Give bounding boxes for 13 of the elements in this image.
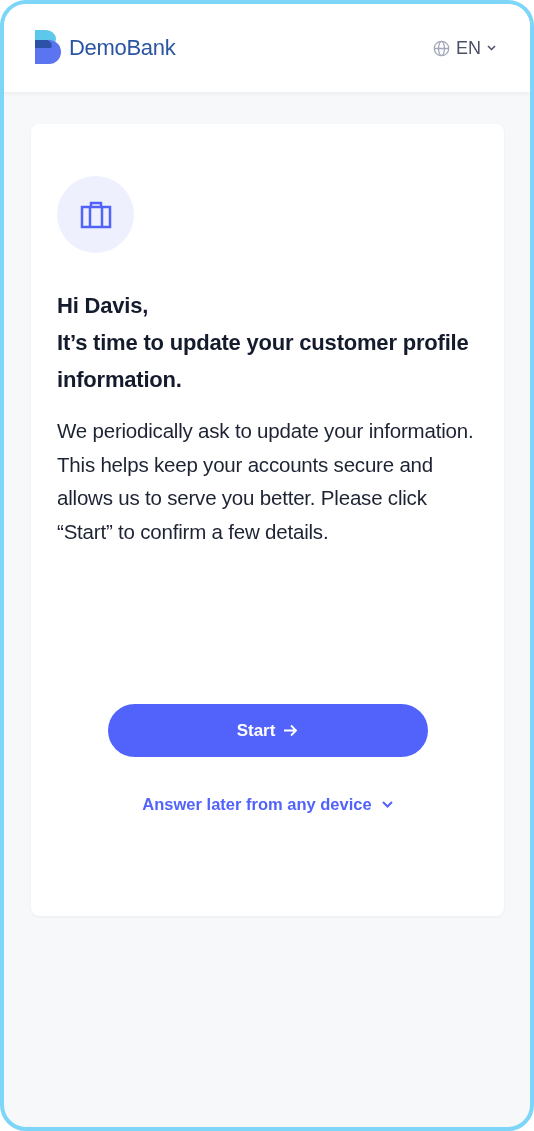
chevron-down-icon	[381, 801, 393, 808]
headline: It’s time to update your customer profile information.	[57, 329, 470, 394]
globe-icon	[433, 39, 450, 57]
greeting: Hi Davis,	[57, 292, 150, 320]
briefcase-icon	[79, 200, 112, 229]
answer-later-link[interactable]: Answer later from any device	[142, 795, 393, 814]
body-text: We periodically ask to update your information. This helps keep your accounts secure and allows us to serve you better. Please click “Start” to confirm a few details.	[57, 418, 475, 545]
language-selector[interactable]: EN	[433, 37, 496, 59]
brand-name: DemoBank	[69, 35, 176, 61]
start-button[interactable]: Start	[107, 704, 428, 757]
logo-icon	[34, 30, 61, 66]
chevron-down-icon	[487, 45, 496, 51]
arrow-right-icon	[283, 724, 299, 737]
